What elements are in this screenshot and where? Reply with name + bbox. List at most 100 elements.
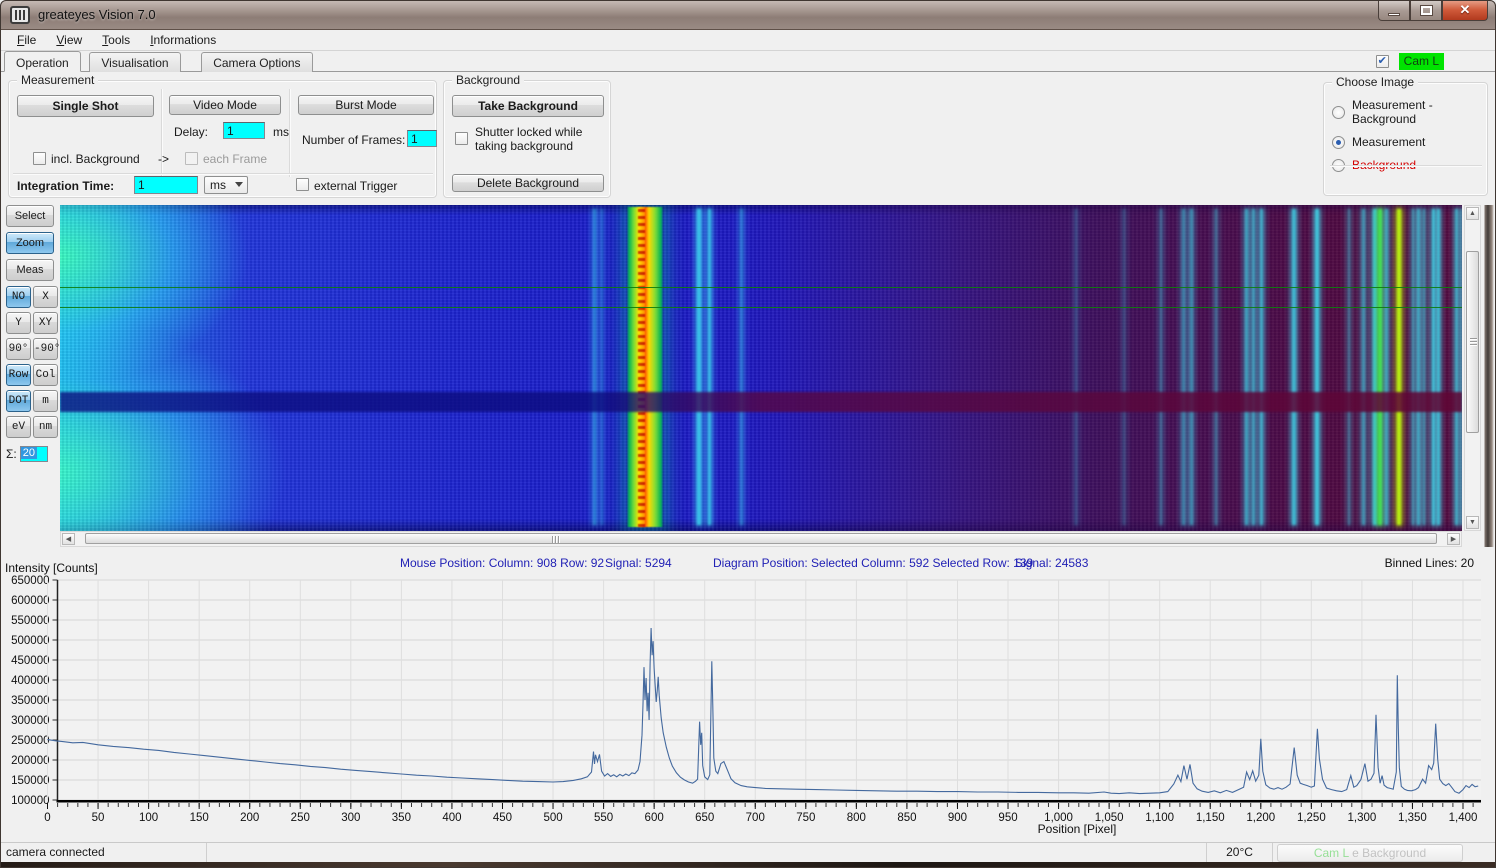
tool-m-button[interactable]: m bbox=[33, 390, 58, 412]
svg-text:950: 950 bbox=[998, 812, 1017, 824]
svg-text:850: 850 bbox=[897, 812, 916, 824]
background-group: Background Take Background Shutter locke… bbox=[443, 80, 611, 198]
mouse-signal-text: Signal: 5294 bbox=[605, 556, 672, 570]
external-trigger-checkbox[interactable] bbox=[296, 178, 309, 191]
delay-input[interactable]: 1 bbox=[223, 122, 265, 139]
integration-unit-dropdown[interactable]: ms bbox=[204, 176, 248, 194]
svg-text:1,100: 1,100 bbox=[1145, 812, 1174, 824]
svg-text:0: 0 bbox=[44, 812, 50, 824]
svg-text:1,300: 1,300 bbox=[1348, 812, 1377, 824]
svg-text:550000: 550000 bbox=[11, 615, 49, 627]
tool-no-button[interactable]: NO bbox=[6, 286, 31, 308]
horizontal-scrollbar[interactable]: ◀ ▶ bbox=[60, 531, 1462, 547]
svg-text:350: 350 bbox=[392, 812, 411, 824]
each-frame-checkbox[interactable] bbox=[185, 152, 198, 165]
menu-item-tools[interactable]: Tools bbox=[93, 31, 139, 49]
external-trigger-label: external Trigger bbox=[314, 179, 397, 193]
tool--90deg-button[interactable]: -90° bbox=[33, 338, 58, 360]
spectral-line bbox=[1412, 209, 1414, 525]
sigma-label: Σ: bbox=[6, 447, 17, 461]
spectral-line bbox=[601, 209, 603, 525]
svg-text:100: 100 bbox=[139, 812, 158, 824]
tab-operation[interactable]: Operation bbox=[4, 51, 81, 72]
tool-ev-button[interactable]: eV bbox=[6, 416, 31, 438]
video-mode-button[interactable]: Video Mode bbox=[169, 95, 281, 115]
spectral-line bbox=[1292, 209, 1296, 525]
vertical-scrollbar-thumb[interactable] bbox=[1466, 251, 1479, 433]
choose-image-title: Choose Image bbox=[1332, 75, 1418, 89]
spectral-line bbox=[1385, 209, 1388, 525]
frames-label: Number of Frames: bbox=[302, 133, 405, 147]
selected-row-cursor-line bbox=[60, 307, 1462, 308]
delete-background-button[interactable]: Delete Background bbox=[452, 174, 604, 192]
spectral-image-view[interactable] bbox=[60, 205, 1462, 531]
tool-col-button[interactable]: Col bbox=[33, 364, 58, 386]
spectral-line bbox=[1075, 209, 1077, 525]
app-icon bbox=[10, 6, 30, 24]
cam-led-badge: Cam L bbox=[1399, 53, 1444, 70]
tool-row-button[interactable]: Row bbox=[6, 364, 31, 386]
tool-90deg-button[interactable]: 90° bbox=[6, 338, 31, 360]
window-title: greateyes Vision 7.0 bbox=[38, 7, 156, 22]
cam-checkbox[interactable] bbox=[1376, 55, 1389, 68]
choose-image-option-0[interactable]: Measurement - Background bbox=[1332, 98, 1482, 126]
delay-label: Delay: bbox=[174, 125, 208, 139]
menu-item-file[interactable]: File bbox=[8, 31, 45, 49]
shutter-locked-checkbox[interactable] bbox=[455, 132, 468, 145]
svg-text:600000: 600000 bbox=[11, 595, 49, 607]
horizontal-scrollbar-thumb[interactable] bbox=[85, 533, 1437, 544]
side-toolbar: SelectZoomMeas NOXYXY90°-90°RowColDOTmeV… bbox=[4, 205, 60, 462]
each-frame-label: each Frame bbox=[203, 152, 267, 166]
menu-item-informations[interactable]: Informations bbox=[141, 31, 225, 49]
menubar: FileViewToolsInformations bbox=[0, 30, 1496, 51]
take-background-button[interactable]: Take Background bbox=[452, 95, 604, 117]
choose-image-group: Choose Image Measurement - BackgroundMea… bbox=[1323, 82, 1488, 196]
spectral-line bbox=[1123, 209, 1125, 525]
intensity-plot[interactable]: 6500006000005500005000004500004000003500… bbox=[0, 572, 1496, 840]
spectral-line bbox=[708, 209, 711, 525]
frames-input[interactable]: 1 bbox=[407, 130, 437, 147]
tab-strip: Operation Visualisation Camera Options bbox=[0, 51, 1496, 72]
burst-mode-button[interactable]: Burst Mode bbox=[298, 95, 434, 115]
svg-text:500000: 500000 bbox=[11, 635, 49, 647]
radio-icon[interactable] bbox=[1332, 106, 1345, 119]
minimize-button[interactable] bbox=[1378, 0, 1410, 21]
single-shot-button[interactable]: Single Shot bbox=[17, 95, 154, 117]
tool-zoom-button[interactable]: Zoom bbox=[6, 232, 54, 254]
incl-background-checkbox[interactable] bbox=[33, 152, 46, 165]
position-status-row: Mouse Position: Column: 908 Row: 92 Sign… bbox=[0, 551, 1496, 572]
tool-meas-button[interactable]: Meas bbox=[6, 259, 54, 281]
close-button[interactable]: ✕ bbox=[1442, 0, 1488, 21]
tool-xy-button[interactable]: XY bbox=[33, 312, 58, 334]
cam-indicator: Cam L bbox=[1376, 53, 1444, 70]
tab-visualisation[interactable]: Visualisation bbox=[89, 52, 180, 72]
spectral-line bbox=[1455, 209, 1458, 525]
shutter-locked-label: Shutter locked whiletaking background bbox=[475, 125, 582, 153]
tool-nm-button[interactable]: nm bbox=[33, 416, 58, 438]
tool-select-button[interactable]: Select bbox=[6, 205, 54, 227]
menu-item-view[interactable]: View bbox=[47, 31, 91, 49]
status-bar: camera connected 20°C Cam L e Background bbox=[0, 842, 1496, 862]
tool-x-button[interactable]: X bbox=[33, 286, 58, 308]
tab-camera-options[interactable]: Camera Options bbox=[201, 52, 312, 72]
scroll-left-icon[interactable]: ◀ bbox=[62, 533, 75, 545]
incl-background-label: incl. Background bbox=[51, 152, 140, 166]
sigma-input[interactable]: 20 bbox=[20, 446, 48, 462]
spectral-line bbox=[1245, 209, 1248, 525]
scroll-up-icon[interactable]: ▲ bbox=[1466, 207, 1479, 220]
spectral-line bbox=[1182, 209, 1185, 525]
radio-icon[interactable] bbox=[1332, 136, 1345, 149]
svg-text:300000: 300000 bbox=[11, 715, 49, 727]
tool-dot-button[interactable]: DOT bbox=[6, 390, 31, 412]
spectral-line bbox=[1160, 209, 1162, 525]
choose-image-option-1[interactable]: Measurement bbox=[1332, 135, 1482, 149]
integration-time-input[interactable]: 1 bbox=[134, 176, 198, 194]
arrow-label: -> bbox=[158, 152, 169, 166]
svg-text:900: 900 bbox=[948, 812, 967, 824]
maximize-button[interactable] bbox=[1410, 0, 1442, 21]
scroll-right-icon[interactable]: ▶ bbox=[1447, 533, 1460, 545]
vertical-scrollbar[interactable]: ▲ ▼ bbox=[1464, 205, 1481, 531]
binned-lines-text: Binned Lines: 20 bbox=[1385, 556, 1474, 570]
tool-y-button[interactable]: Y bbox=[6, 312, 31, 334]
scroll-down-icon[interactable]: ▼ bbox=[1466, 516, 1479, 529]
